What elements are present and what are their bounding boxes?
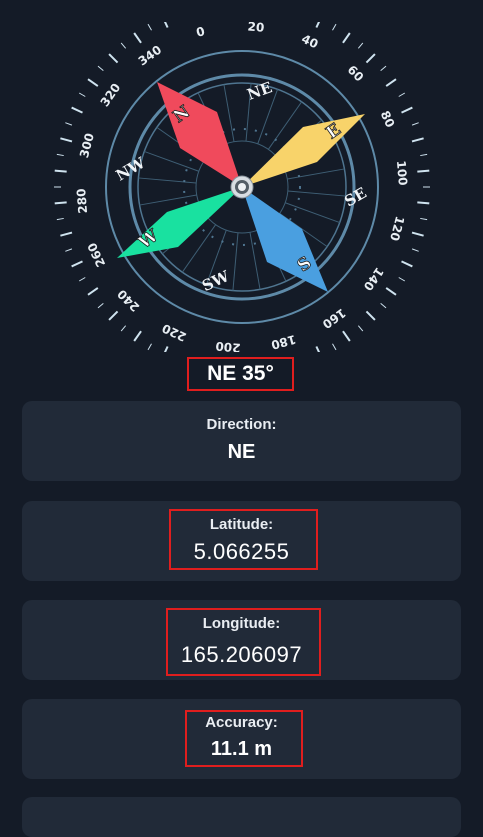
dial-tick — [65, 248, 73, 252]
next-card — [22, 797, 461, 837]
compass-dial: 0 20 40 60 80 100 120 140 160 180 200 220 240 260 280 3… — [54, 22, 430, 352]
dial-tick — [56, 153, 64, 157]
degree-label: 200 — [215, 339, 241, 352]
intercardinal-ne: NE — [245, 78, 275, 104]
accuracy-card: Accuracy: 11.1 m — [22, 699, 461, 779]
dial-tick — [78, 92, 86, 97]
latitude-label: Latitude: — [209, 516, 274, 533]
dial-tick — [417, 201, 430, 205]
dial-tick — [108, 53, 119, 64]
latitude-value: 5.066255 — [193, 539, 290, 564]
needle-north — [157, 82, 242, 187]
dial-tick — [71, 106, 83, 114]
accuracy-label: Accuracy: — [205, 714, 278, 731]
dial-tick — [398, 92, 406, 97]
dial-tick — [365, 310, 376, 321]
dial-tick — [163, 22, 169, 28]
dial-tick — [120, 325, 127, 332]
dial-tick — [420, 217, 428, 221]
dial-tick — [147, 343, 152, 351]
dial-tick — [71, 260, 83, 268]
longitude-label: Longitude: — [202, 615, 281, 632]
dial-tick — [60, 231, 73, 237]
intercardinal-sw: SW — [199, 267, 233, 295]
dial-tick — [120, 42, 127, 49]
degree-label: 240 — [115, 287, 143, 315]
dial-tick — [401, 260, 413, 268]
dial-tick — [78, 277, 86, 282]
dial-tick — [411, 231, 424, 237]
dial-tick — [133, 330, 142, 342]
dial-tick — [97, 302, 104, 309]
center-pivot-inner — [238, 183, 246, 191]
rose-spoke — [287, 168, 345, 180]
dial-tick — [401, 106, 413, 114]
dial-tick — [332, 23, 337, 31]
dial-tick — [133, 32, 142, 44]
dial-tick — [97, 65, 104, 72]
latitude-card: Latitude: 5.066255 — [22, 501, 461, 581]
degree-label: 120 — [387, 215, 407, 243]
dial-tick — [60, 137, 73, 143]
degree-label: 260 — [85, 241, 108, 270]
degree-label: 0 — [195, 24, 207, 40]
rose-spoke — [232, 232, 239, 291]
dial-tick — [87, 78, 99, 87]
heading-readout: NE 35° — [187, 357, 294, 391]
accuracy-value: 11.1 m — [210, 738, 273, 760]
dial-tick — [411, 248, 419, 252]
dial-tick — [108, 310, 119, 321]
dial-tick — [357, 42, 364, 49]
dial-tick — [385, 78, 397, 87]
degree-label: 220 — [160, 321, 189, 344]
dial-tick — [54, 201, 67, 205]
degree-label: 40 — [299, 32, 320, 52]
degree-label: 20 — [247, 22, 265, 35]
dial-tick — [380, 302, 387, 309]
compass-rose: 0 20 40 60 80 100 120 140 160 180 200 220 240 260 280 3… — [45, 22, 438, 352]
dial-tick — [332, 343, 337, 351]
dial-tick — [87, 287, 99, 296]
dial-tick — [417, 169, 430, 173]
dial-tick — [315, 22, 321, 28]
dial-tick — [411, 137, 424, 143]
degree-label: 340 — [136, 43, 165, 69]
degree-label: 60 — [345, 63, 367, 85]
rose-spoke — [287, 190, 346, 197]
direction-card: Direction: NE — [22, 401, 461, 481]
dial-tick — [398, 277, 406, 282]
dial-tick — [315, 346, 321, 352]
dial-tick — [54, 169, 67, 173]
degree-label: 160 — [320, 306, 349, 332]
degree-label: 180 — [270, 332, 298, 352]
degree-label: 80 — [378, 109, 398, 130]
degree-label: 300 — [77, 132, 97, 160]
direction-label: Direction: — [206, 416, 277, 433]
dial-tick — [147, 23, 152, 31]
dial-tick — [342, 330, 351, 342]
rose-spoke — [285, 202, 340, 224]
dial-tick — [56, 217, 64, 221]
degree-label: 140 — [361, 265, 387, 294]
dial-tick — [65, 122, 73, 126]
rose-spoke — [138, 177, 197, 184]
dial-tick — [365, 53, 376, 64]
longitude-card: Longitude: 165.206097 — [22, 600, 461, 680]
dial-tick — [420, 153, 428, 157]
dial-tick — [411, 122, 419, 126]
degree-label: 100 — [394, 160, 410, 186]
direction-value: NE — [227, 441, 256, 463]
dial-tick — [357, 325, 364, 332]
dial-tick — [385, 287, 397, 296]
degree-label: 320 — [98, 81, 124, 110]
degree-label: 280 — [74, 188, 90, 214]
longitude-value: 165.206097 — [180, 642, 303, 667]
rose-spoke — [223, 84, 235, 142]
dial-tick — [342, 32, 351, 44]
dial-tick — [380, 65, 387, 72]
rose-spoke — [249, 232, 261, 290]
rose-spoke — [139, 194, 197, 206]
dial-tick — [163, 346, 169, 352]
